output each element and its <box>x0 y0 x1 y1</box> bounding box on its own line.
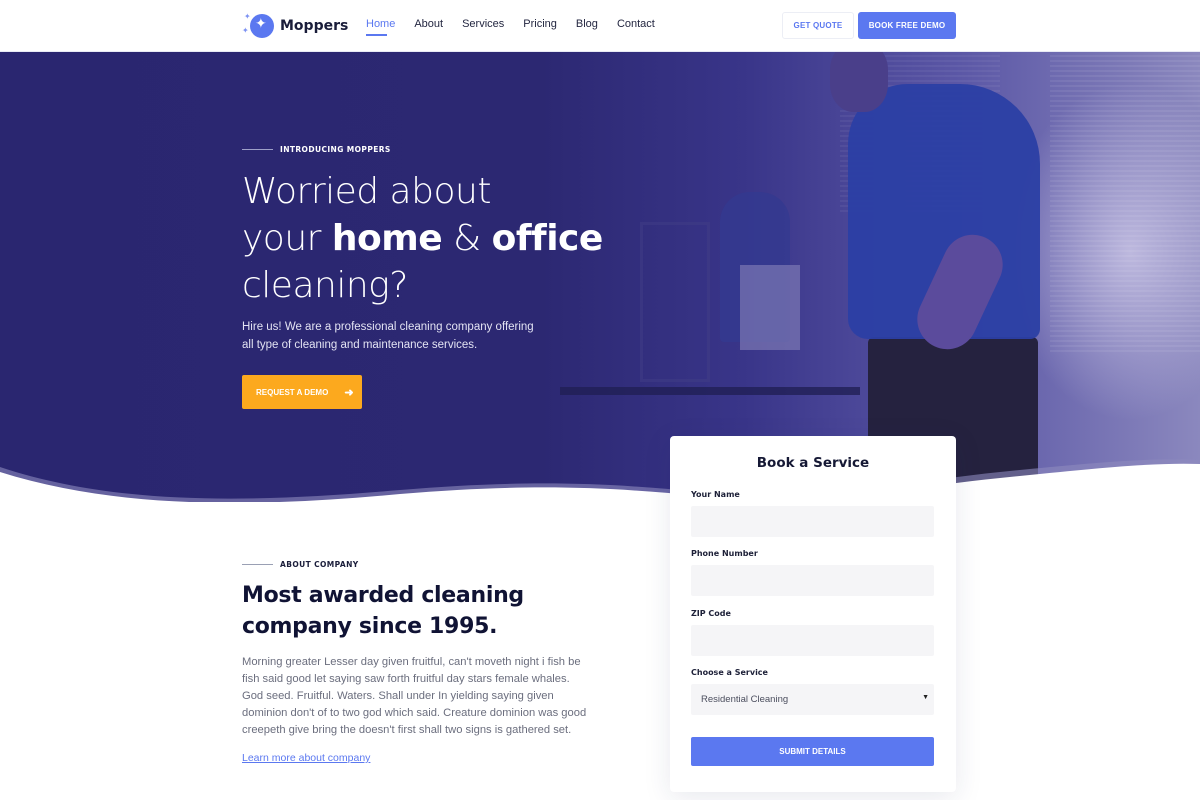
main-menu: Home About Services Pricing Blog Contact <box>366 18 674 36</box>
nav-item-home[interactable]: Home <box>366 18 395 36</box>
about-eyebrow-text: ABOUT COMPANY <box>280 560 359 569</box>
service-label: Choose a Service <box>691 668 768 677</box>
phone-input[interactable] <box>691 565 934 596</box>
background-desk <box>560 387 860 395</box>
nav-item-contact[interactable]: Contact <box>617 18 655 34</box>
navbar: ✦ ✦ ✦ Moppers Home About Services Pricin… <box>0 0 1200 52</box>
hero-title-office: office <box>491 218 604 259</box>
name-label: Your Name <box>691 490 740 499</box>
logo[interactable]: ✦ ✦ ✦ Moppers <box>242 12 348 40</box>
name-input[interactable] <box>691 506 934 537</box>
sparkle-logo-icon: ✦ ✦ ✦ <box>242 12 276 40</box>
zip-input[interactable] <box>691 625 934 656</box>
hero-eyebrow: INTRODUCING MOPPERS <box>242 145 391 154</box>
service-select[interactable]: Residential Cleaning ▼ <box>691 684 934 715</box>
learn-more-link[interactable]: Learn more about company <box>242 752 370 764</box>
request-demo-button[interactable]: REQUEST A DEMO ➜ <box>242 375 362 409</box>
hero-title-line2-pre: your <box>242 218 332 259</box>
get-quote-button[interactable]: GET QUOTE <box>782 12 854 39</box>
caret-down-icon: ▼ <box>922 694 929 701</box>
nav-item-services[interactable]: Services <box>462 18 504 34</box>
request-demo-label: REQUEST A DEMO <box>256 387 329 397</box>
hero-description: Hire us! We are a professional cleaning … <box>242 321 534 351</box>
hero-title-ampersand: & <box>442 218 492 259</box>
logo-text: Moppers <box>280 18 349 34</box>
background-monitor <box>740 265 800 350</box>
hero-photo-worker <box>830 52 888 112</box>
arrow-right-icon: ➜ <box>344 386 354 399</box>
nav-item-pricing[interactable]: Pricing <box>523 18 557 34</box>
book-service-form: Book a Service Your Name Phone Number ZI… <box>670 436 956 792</box>
form-title: Book a Service <box>756 455 870 471</box>
about-eyebrow: ABOUT COMPANY <box>242 560 359 569</box>
window-blinds-decoration <box>1050 52 1200 352</box>
submit-details-button[interactable]: SUBMIT DETAILS <box>691 737 934 766</box>
eyebrow-line <box>242 149 273 150</box>
book-free-demo-button[interactable]: BOOK FREE DEMO <box>858 12 956 39</box>
about-title: Most awarded cleaning company since 1995… <box>242 583 524 639</box>
hero-title-line1: Worried about <box>242 171 491 212</box>
nav-item-blog[interactable]: Blog <box>576 18 598 34</box>
service-selected-value: Residential Cleaning <box>701 694 789 705</box>
hero-title-home: home <box>331 218 443 259</box>
hero-title: Worried about your home & office cleanin… <box>242 168 662 309</box>
hero-title-line3: cleaning? <box>242 265 408 306</box>
zip-label: ZIP Code <box>691 609 731 618</box>
eyebrow-line <box>242 564 273 565</box>
about-description: Morning greater Lesser day given fruitfu… <box>242 656 587 736</box>
phone-label: Phone Number <box>691 549 758 558</box>
nav-item-about[interactable]: About <box>414 18 443 34</box>
hero-eyebrow-text: INTRODUCING MOPPERS <box>280 145 391 154</box>
